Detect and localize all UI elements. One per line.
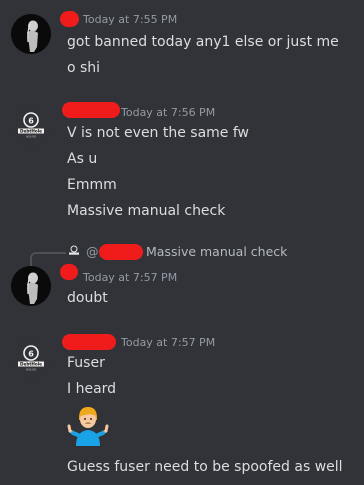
- message-text: V is not even the same fw: [67, 125, 250, 141]
- clan-logo-icon: 6 DebtHole HOUSE: [11, 106, 51, 146]
- message-text: As u: [67, 151, 98, 167]
- reply-mention-symbol: @: [86, 244, 99, 259]
- user-avatar[interactable]: [11, 266, 51, 306]
- redacted-username: [60, 264, 78, 280]
- reply-reference[interactable]: @ Massive manual check: [30, 244, 357, 268]
- message-timestamp: Today at 7:57 PM: [83, 271, 178, 284]
- silhouette-avatar-icon: [11, 14, 51, 54]
- silhouette-avatar-icon: [11, 266, 51, 306]
- logo-subtext: HOUSE: [26, 135, 37, 139]
- user-avatar[interactable]: [11, 14, 51, 54]
- message-text: o shi: [67, 60, 101, 76]
- person-shrugging-emoji: [67, 407, 109, 446]
- reply-preview-text: Massive manual check: [146, 244, 288, 259]
- redacted-username: [99, 244, 143, 260]
- reply-avatar-icon: [67, 244, 81, 258]
- logo-subtext: HOUSE: [26, 368, 37, 372]
- logo-text: DebtHole: [20, 362, 42, 367]
- message-timestamp: Today at 7:55 PM: [83, 13, 178, 26]
- svg-text:6: 6: [28, 350, 34, 359]
- message-timestamp: Today at 7:56 PM: [121, 106, 216, 119]
- user-avatar[interactable]: 6 DebtHole HOUSE: [11, 339, 51, 379]
- clan-logo-icon: 6 DebtHole HOUSE: [11, 339, 51, 379]
- message-text: I heard: [67, 381, 117, 397]
- message-text: Guess fuser need to be spoofed as well: [67, 459, 343, 475]
- redacted-username: [62, 334, 116, 350]
- redacted-username: [62, 102, 120, 118]
- message-text: Fuser: [67, 355, 105, 371]
- message-text: Emmm: [67, 177, 117, 193]
- message-timestamp: Today at 7:57 PM: [121, 336, 216, 349]
- message-text: doubt: [67, 290, 108, 306]
- redacted-username: [60, 11, 79, 27]
- logo-text: DebtHole: [20, 129, 42, 134]
- message-text: got banned today any1 else or just me: [67, 34, 339, 50]
- message-text: Massive manual check: [67, 203, 226, 219]
- svg-text:6: 6: [28, 117, 34, 126]
- user-avatar[interactable]: 6 DebtHole HOUSE: [11, 106, 51, 146]
